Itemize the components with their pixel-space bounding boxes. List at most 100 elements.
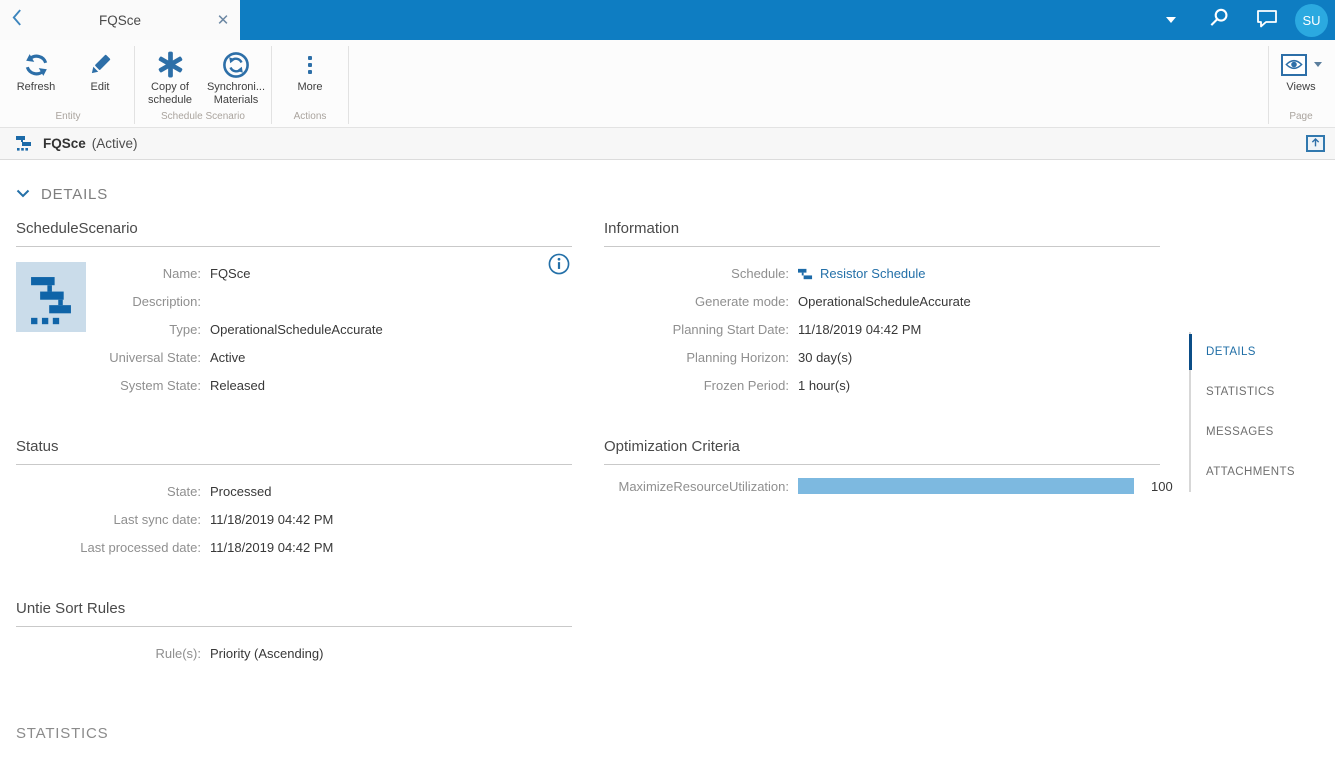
document-state: (Active) (92, 136, 138, 151)
views-label: Views (1286, 81, 1315, 94)
tab-strip: FQSce ✕ (0, 0, 240, 40)
field-value: 1 hour(s) (798, 372, 1160, 400)
field-value: Priority (Ascending) (210, 640, 572, 668)
copy-of-schedule-button[interactable]: Copy of schedule (137, 40, 203, 109)
vertical-ellipsis-icon (308, 48, 312, 81)
nav-item-statistics[interactable]: STATISTICS (1191, 372, 1335, 412)
field-value: 11/18/2019 04:42 PM (210, 534, 572, 562)
anchor-nav: DETAILS STATISTICS MESSAGES ATTACHMENTS (1189, 332, 1335, 492)
ribbon-group-label-entity: Entity (4, 109, 132, 127)
main-content: DETAILS ScheduleScenario (0, 160, 1335, 760)
scenario-thumbnail (16, 262, 86, 332)
ribbon-separator (134, 46, 135, 124)
optimization-label: MaximizeResourceUtilization: (604, 479, 789, 494)
ribbon-group-label-actions: Actions (274, 109, 346, 127)
field-label: Frozen Period: (604, 372, 789, 400)
gantt-thumbnail-icon (22, 268, 80, 326)
topbar-dropdown-button[interactable] (1147, 0, 1195, 40)
field-label: System State: (16, 372, 201, 400)
field-value: 11/18/2019 04:42 PM (210, 506, 572, 534)
edit-button[interactable]: Edit (68, 40, 132, 109)
field-value: OperationalScheduleAccurate (798, 288, 1160, 316)
optimization-value: 100 (1151, 479, 1173, 494)
avatar-initials: SU (1295, 4, 1328, 37)
eye-icon (1281, 54, 1307, 76)
views-dropdown-icon[interactable] (1314, 62, 1322, 67)
info-button[interactable] (548, 253, 570, 275)
field-value: Active (210, 344, 572, 372)
expand-header-button[interactable] (1306, 135, 1325, 152)
field-label: Rule(s): (16, 640, 201, 668)
ribbon-group-entity: Refresh Edit Entity (4, 40, 132, 127)
nav-item-messages[interactable]: MESSAGES (1191, 412, 1335, 452)
information-panel-title: Information (604, 220, 1160, 247)
ribbon-group-page: Views Page (1271, 40, 1331, 127)
document-name: FQSce (43, 136, 86, 151)
top-bar: FQSce ✕ SU (0, 0, 1335, 40)
back-button[interactable] (0, 0, 34, 40)
optimization-progress-bar (798, 478, 1134, 494)
refresh-button[interactable]: Refresh (4, 40, 68, 109)
field-label: Planning Start Date: (604, 316, 789, 344)
schedule-link[interactable]: Resistor Schedule (820, 260, 926, 288)
views-button[interactable]: Views (1271, 40, 1331, 109)
section-header-details[interactable]: DETAILS (0, 160, 108, 203)
ribbon-group-schedule-scenario: Copy of schedule Synchroni... Mat (137, 40, 269, 127)
refresh-label: Refresh (17, 81, 56, 94)
field-label: Universal State: (16, 344, 201, 372)
tab-title[interactable]: FQSce (34, 13, 206, 28)
gantt-icon (16, 135, 33, 152)
ribbon-separator (1268, 46, 1269, 124)
close-icon: ✕ (217, 11, 230, 29)
field-label: Schedule: (604, 260, 789, 288)
ribbon-group-label-schedule-scenario: Schedule Scenario (137, 109, 269, 127)
field-label: Planning Horizon: (604, 344, 789, 372)
info-circle-icon (548, 253, 570, 275)
user-avatar[interactable]: SU (1291, 0, 1335, 40)
asterisk-icon (157, 48, 184, 81)
document-header: FQSce (Active) (0, 128, 1335, 160)
search-icon (1209, 7, 1230, 33)
gantt-link-icon (798, 267, 813, 282)
details-section-title: DETAILS (41, 186, 108, 203)
field-value: 30 day(s) (798, 344, 1160, 372)
ribbon-group-label-page: Page (1271, 109, 1331, 127)
optimization-criteria-panel: Optimization Criteria MaximizeResourceUt… (604, 438, 1160, 600)
more-button[interactable]: More (274, 40, 346, 109)
field-value (210, 288, 572, 316)
status-panel: Status State: Processed Last sync date: … (16, 438, 572, 600)
chat-icon (1256, 8, 1278, 33)
caret-down-icon (1166, 17, 1176, 23)
field-label: State: (16, 478, 201, 506)
chevron-left-icon (11, 9, 23, 31)
arrow-up-icon (1310, 135, 1321, 153)
topbar-spacer (240, 0, 1147, 40)
statistics-section-title: STATISTICS (16, 725, 108, 742)
chat-button[interactable] (1243, 0, 1291, 40)
chevron-down-icon (16, 185, 30, 203)
status-panel-title: Status (16, 438, 572, 465)
untie-panel-title: Untie Sort Rules (16, 600, 572, 627)
more-label: More (297, 81, 322, 94)
field-value: Processed (210, 478, 572, 506)
copy-of-schedule-label: Copy of schedule (148, 81, 192, 107)
ribbon-separator (271, 46, 272, 124)
search-button[interactable] (1195, 0, 1243, 40)
untie-sort-rules-panel: Untie Sort Rules Rule(s): Priority (Asce… (16, 600, 572, 668)
field-value: OperationalScheduleAccurate (210, 316, 572, 344)
field-value: 11/18/2019 04:42 PM (798, 316, 1160, 344)
section-header-statistics[interactable]: STATISTICS (16, 725, 108, 743)
nav-item-details[interactable]: DETAILS (1191, 332, 1335, 372)
details-content: ScheduleScenario Name: FQSce (0, 220, 1335, 668)
sync-circle-icon (222, 48, 250, 81)
tab-close-button[interactable]: ✕ (206, 0, 240, 40)
refresh-icon (22, 48, 51, 81)
ribbon-group-actions: More Actions (274, 40, 346, 127)
nav-item-attachments[interactable]: ATTACHMENTS (1191, 452, 1335, 492)
ribbon-separator (348, 46, 349, 124)
field-label: Generate mode: (604, 288, 789, 316)
ribbon-toolbar: Refresh Edit Entity (0, 40, 1335, 128)
synchronize-materials-button[interactable]: Synchroni... Materials (203, 40, 269, 109)
schedule-scenario-panel: ScheduleScenario Name: FQSce (16, 220, 572, 438)
field-label: Last sync date: (16, 506, 201, 534)
